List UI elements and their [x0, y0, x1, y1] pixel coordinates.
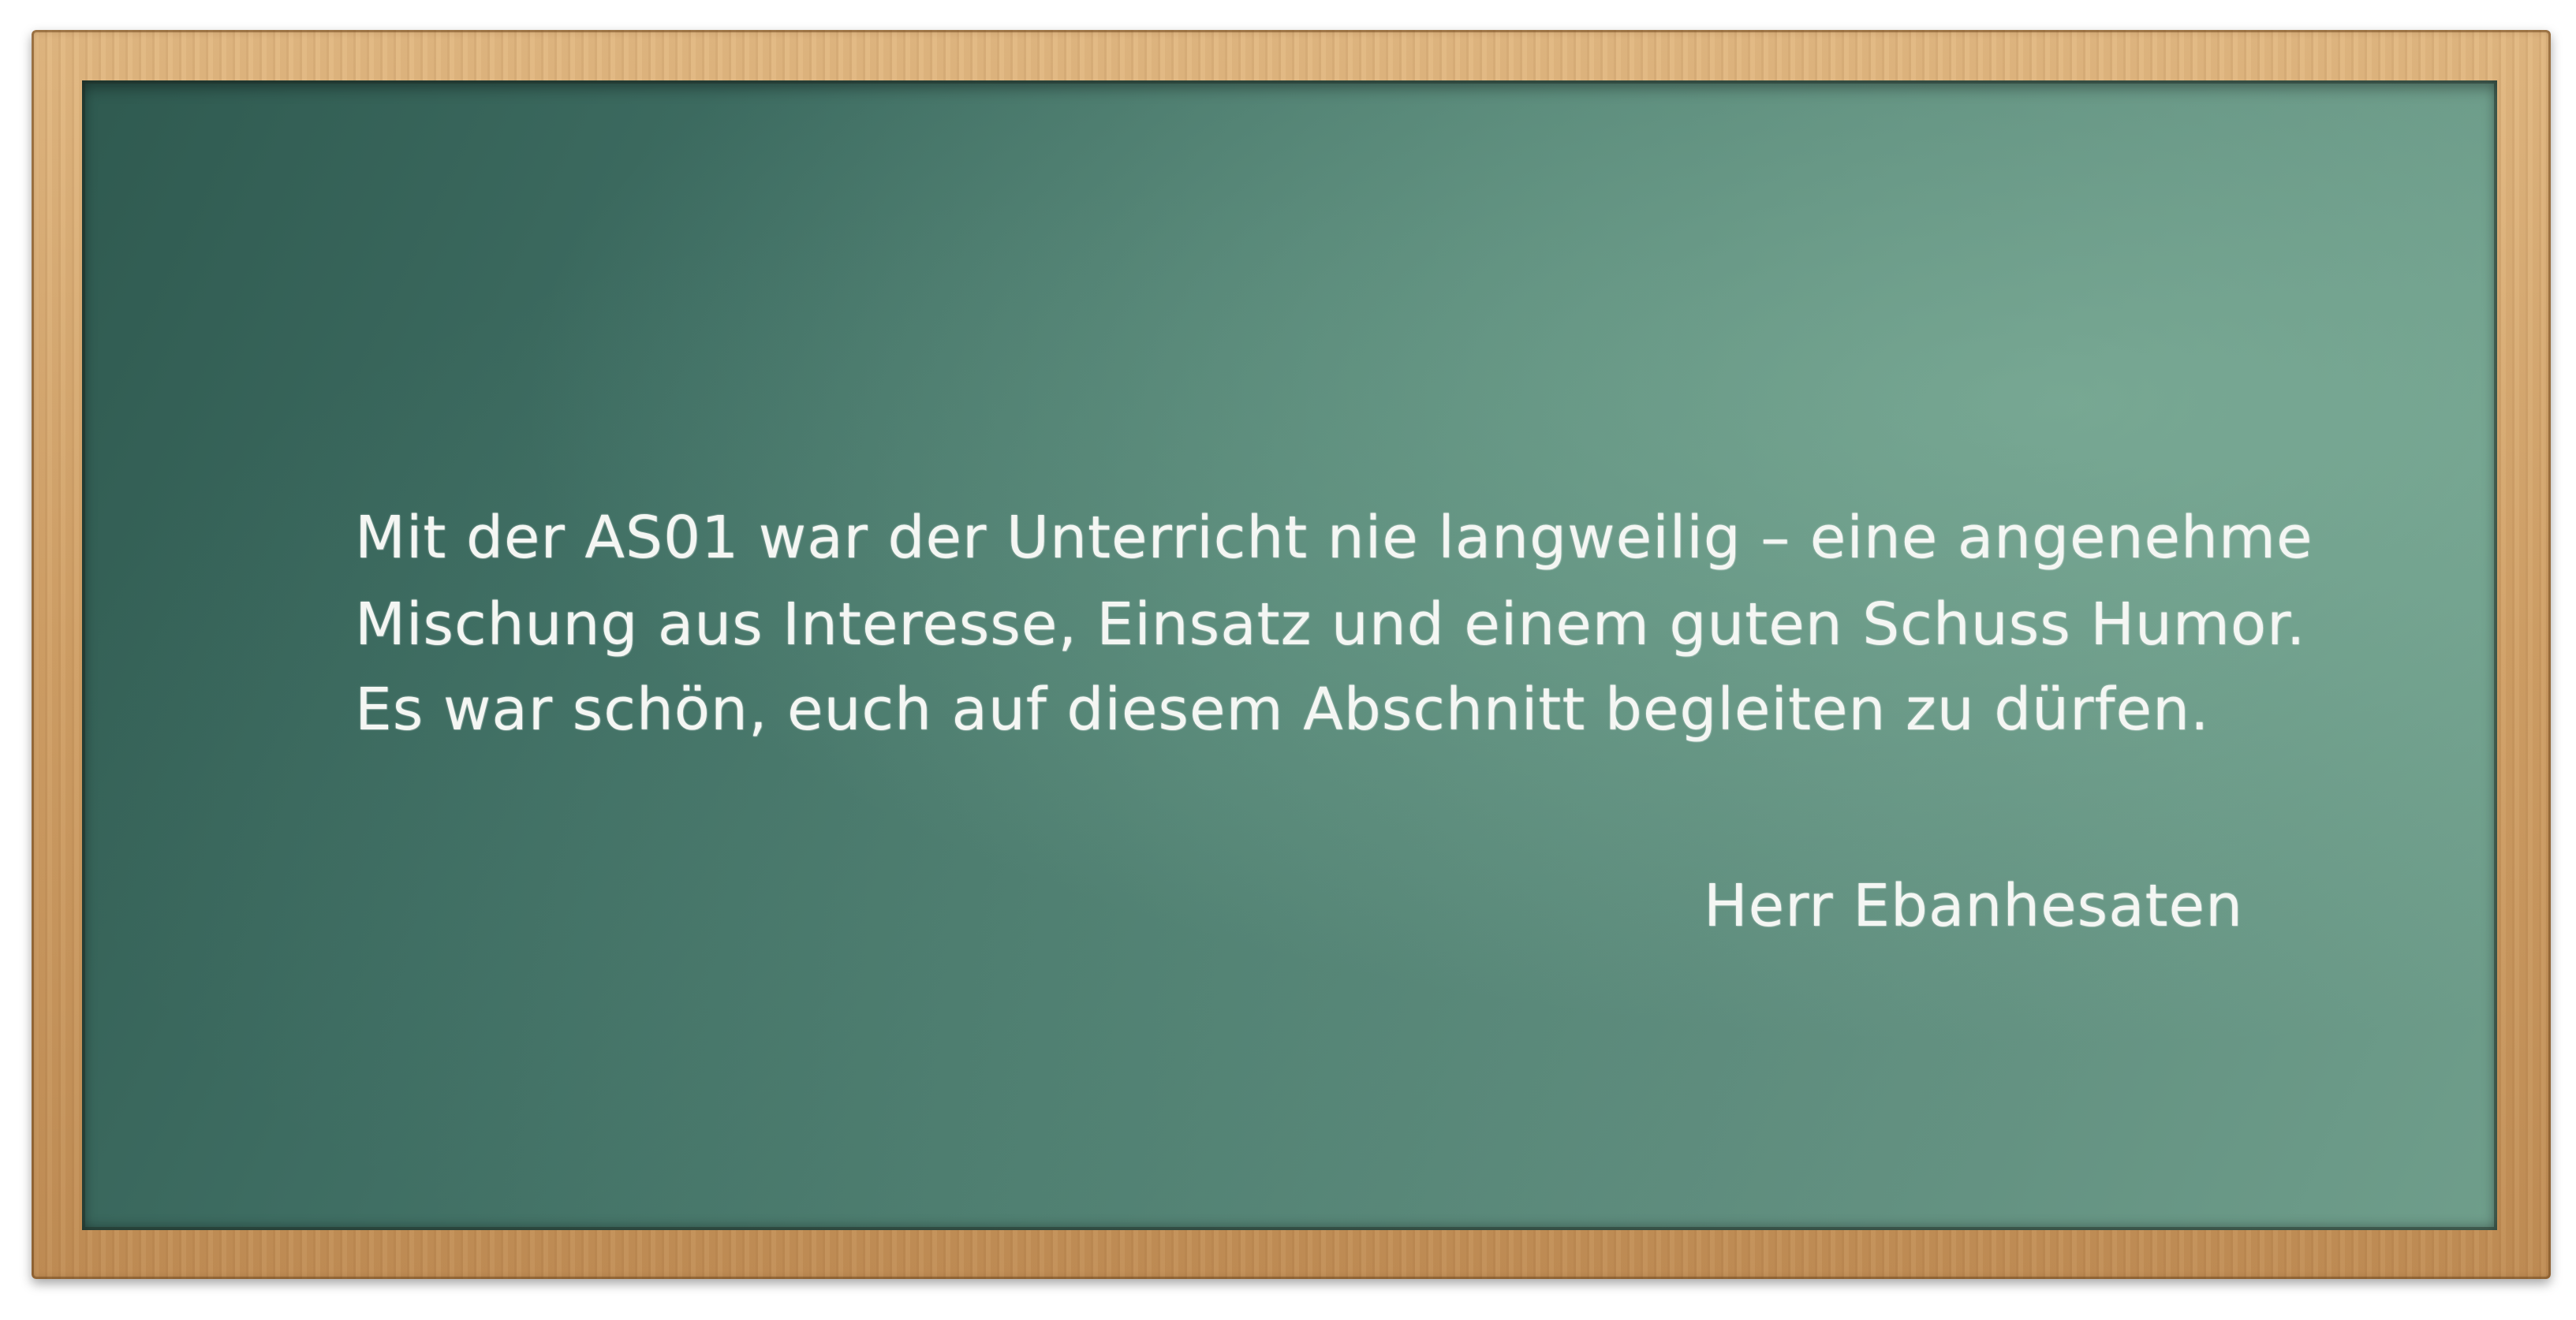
quote-line-2: Mischung aus Interesse, Einsatz und eine… — [355, 591, 2306, 658]
quote-line-3: Es war schön, euch auf diesem Abschnitt … — [355, 676, 2210, 744]
quote-block: Mit der AS01 war der Unterricht nie lang… — [355, 0, 2313, 1320]
canvas: Mit der AS01 war der Unterricht nie lang… — [0, 0, 2576, 1320]
quote-line-1: Mit der AS01 war der Unterricht nie lang… — [355, 504, 2313, 572]
signature: Herr Ebanhesaten — [1704, 872, 2243, 940]
